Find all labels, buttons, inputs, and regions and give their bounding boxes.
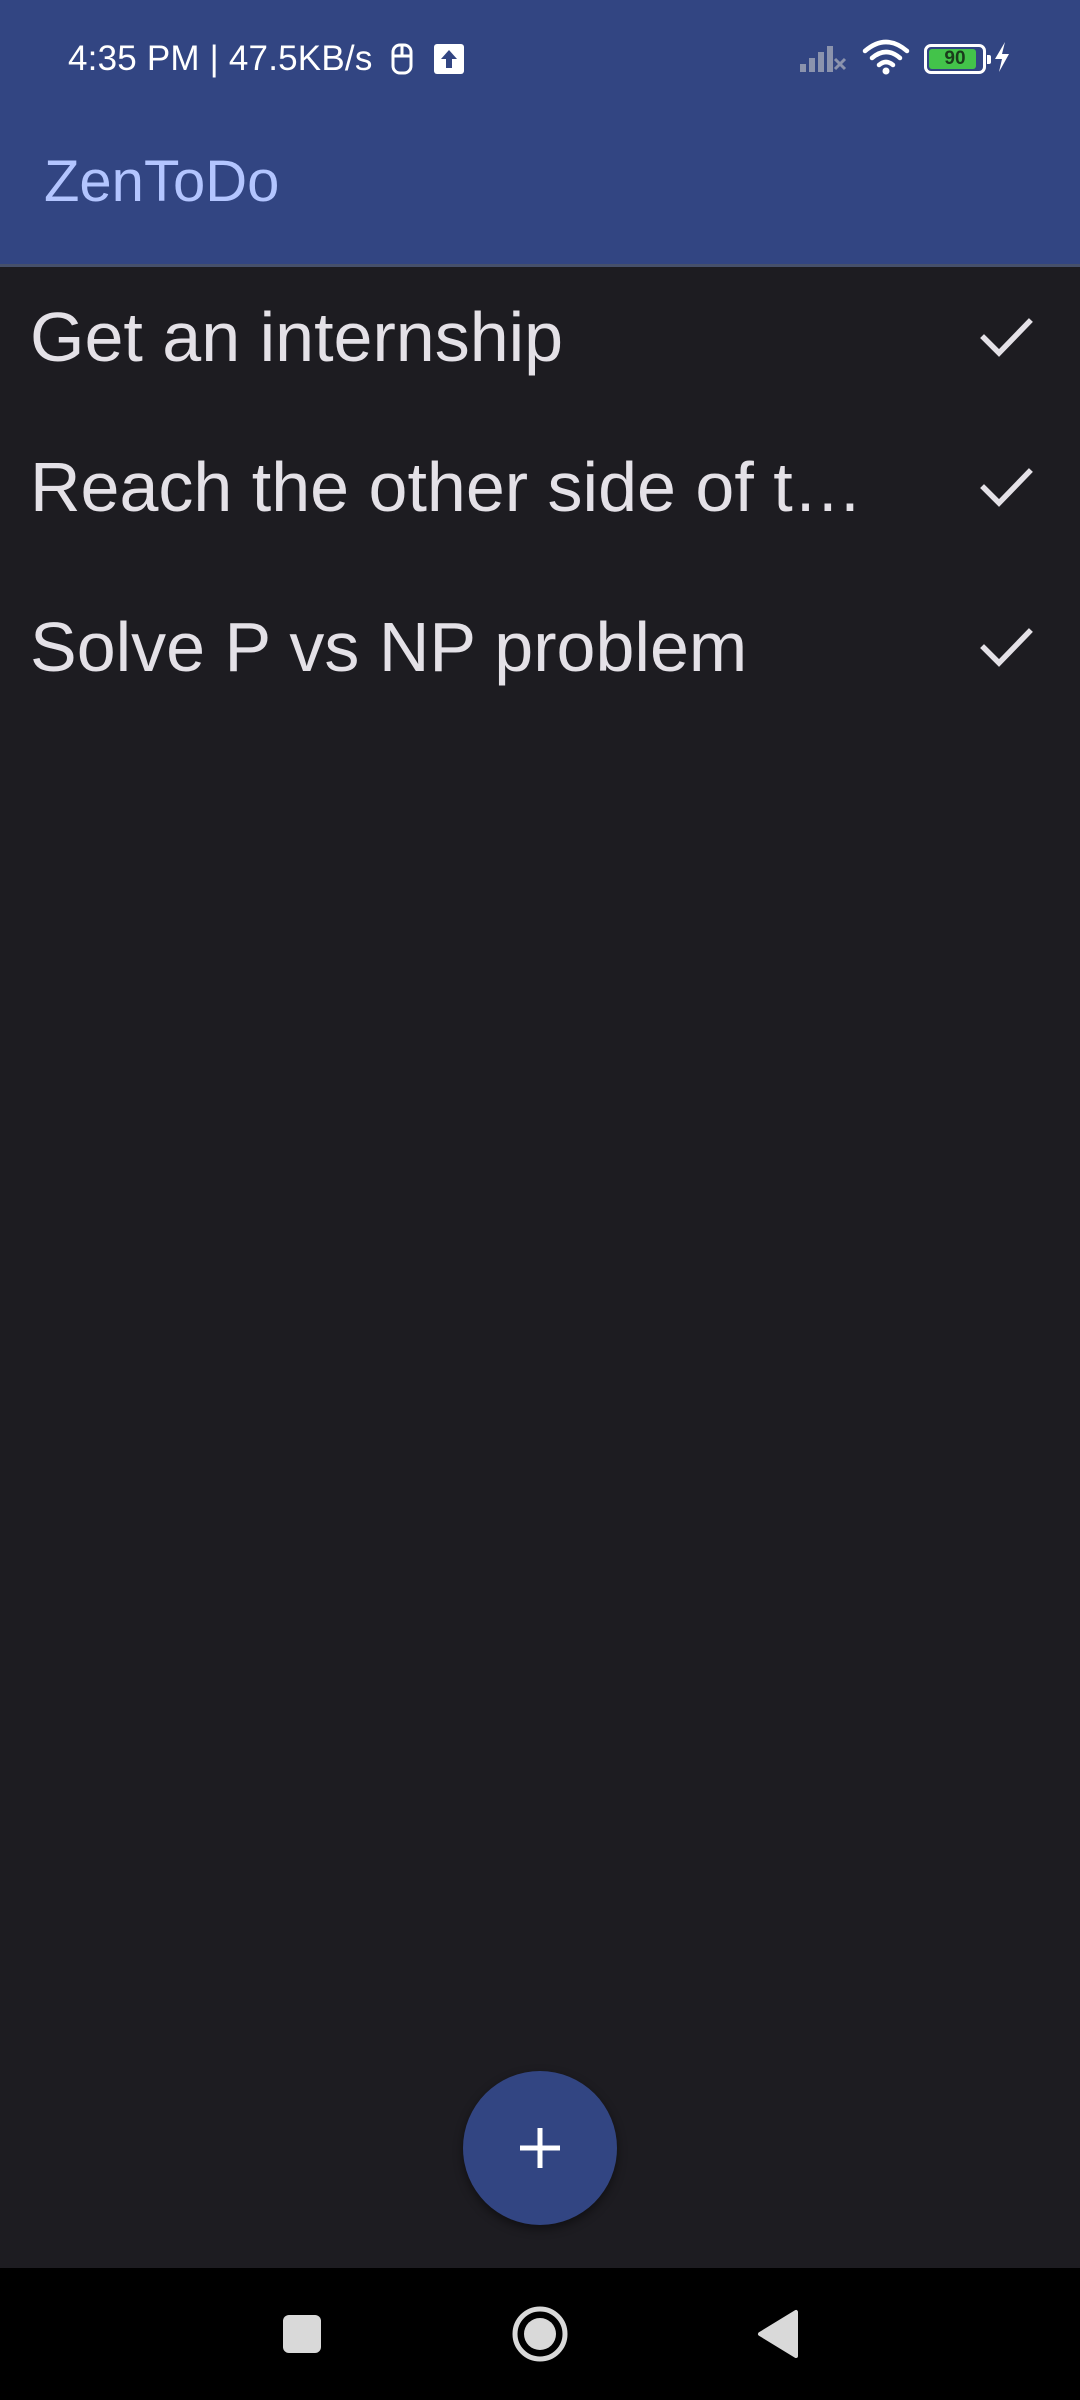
app-bar: ZenToDo <box>0 118 1080 266</box>
todo-text: Solve P vs NP problem <box>30 608 748 686</box>
complete-todo-button[interactable] <box>966 297 1046 377</box>
status-bar: 4:35 PM | 47.5KB/s 90 <box>0 0 1080 118</box>
battery-level: 90 <box>944 48 966 69</box>
screenshot-icon <box>389 42 415 76</box>
back-triangle-icon <box>758 2310 798 2358</box>
battery-icon: 90 <box>924 44 991 74</box>
status-left: 4:35 PM | 47.5KB/s <box>68 36 467 82</box>
add-todo-button[interactable] <box>463 2071 617 2225</box>
todo-item[interactable]: Reach the other side of the galaxy <box>0 407 1080 567</box>
square-icon <box>283 2315 321 2353</box>
back-button[interactable] <box>736 2292 820 2376</box>
home-button[interactable] <box>498 2292 582 2376</box>
check-icon <box>980 628 1033 667</box>
screen: 4:35 PM | 47.5KB/s 90 ZenToDo Get an int… <box>0 0 1080 2400</box>
todo-list: Get an internship Reach the other side o… <box>0 267 1080 727</box>
todo-text: Get an internship <box>30 298 564 376</box>
plus-icon <box>520 2128 560 2168</box>
check-icon <box>980 468 1033 507</box>
todo-item[interactable]: Solve P vs NP problem <box>0 567 1080 727</box>
recents-button[interactable] <box>260 2292 344 2376</box>
todo-item[interactable]: Get an internship <box>0 267 1080 407</box>
app-title: ZenToDo <box>44 149 280 214</box>
system-nav-bar <box>0 2268 1080 2400</box>
check-icon <box>980 318 1033 357</box>
status-right: 90 <box>784 36 1012 82</box>
todo-text: Reach the other side of the galaxy <box>30 448 890 526</box>
battery-cap <box>987 55 991 64</box>
status-time-netspeed: 4:35 PM | 47.5KB/s <box>68 39 373 78</box>
wifi-icon <box>862 39 910 80</box>
circle-icon <box>512 2306 568 2362</box>
complete-todo-button[interactable] <box>966 447 1046 527</box>
charging-icon <box>992 40 1012 79</box>
upload-icon <box>431 42 467 76</box>
signal-icon <box>798 40 848 79</box>
complete-todo-button[interactable] <box>966 607 1046 687</box>
